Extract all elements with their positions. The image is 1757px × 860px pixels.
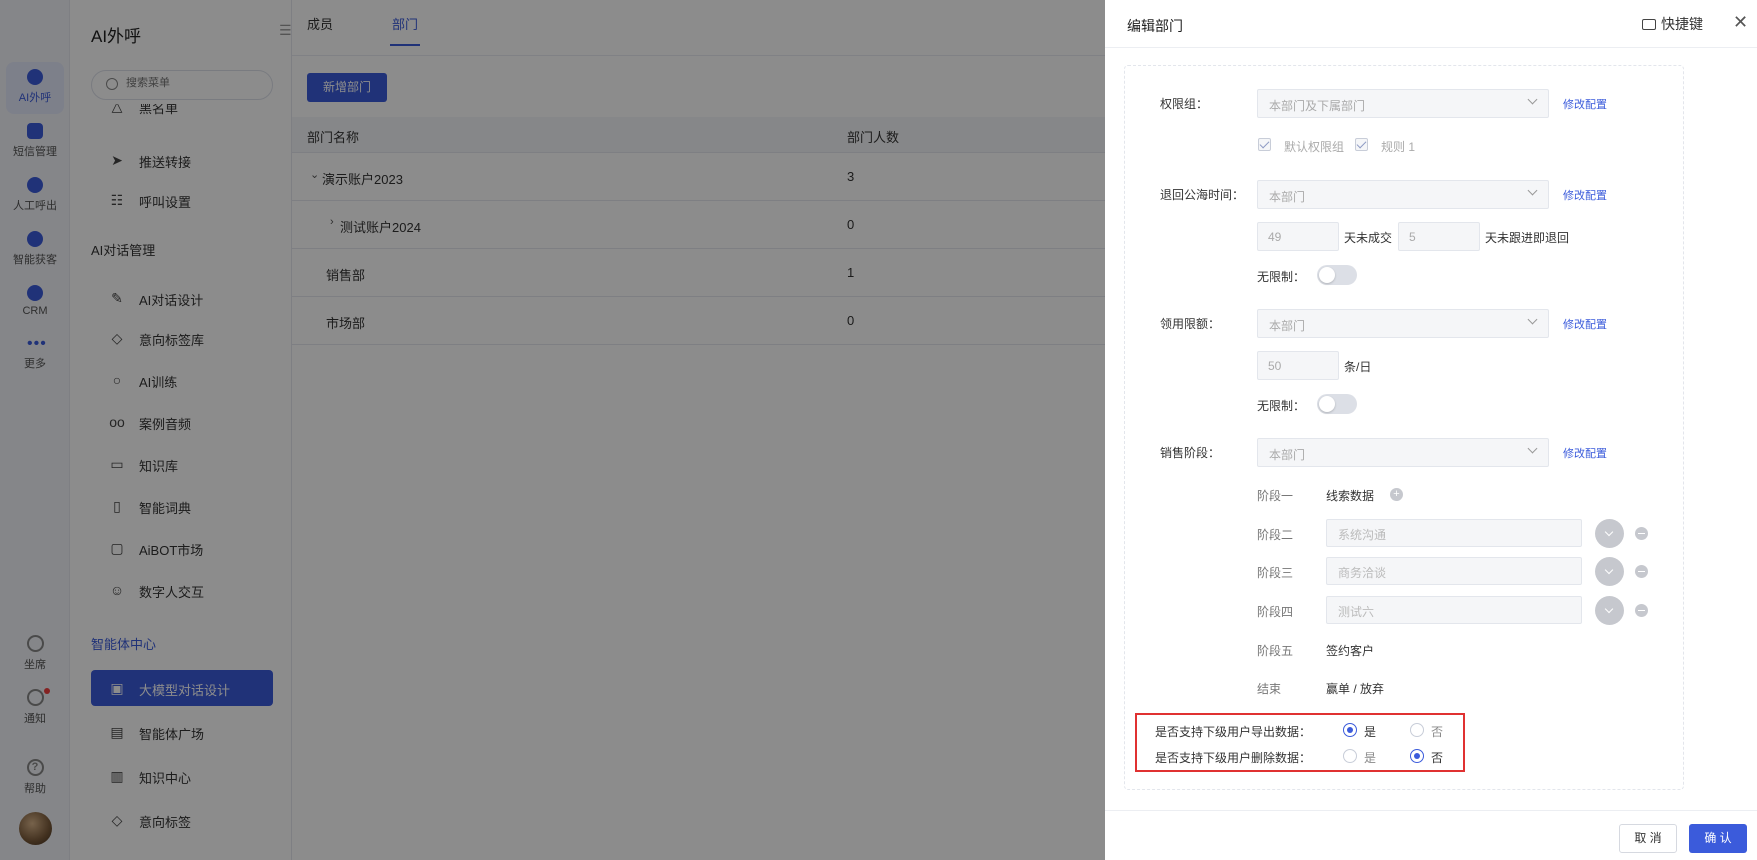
stage-5-value: 签约客户 <box>1326 644 1375 658</box>
export-yes-radio[interactable] <box>1343 723 1357 737</box>
delete-yes-label: 是 <box>1364 751 1377 765</box>
stage-5-label: 阶段五 <box>1257 644 1294 658</box>
default-perm-label: 默认权限组 <box>1284 140 1345 154</box>
return-time-label: 退回公海时间： <box>1160 188 1245 202</box>
quota-amount-input[interactable]: 50 <box>1257 351 1339 380</box>
quota-select[interactable]: 本部门 <box>1257 309 1549 338</box>
sales-stage-label: 销售阶段： <box>1160 446 1221 460</box>
stage-4-label: 阶段四 <box>1257 605 1294 619</box>
return-time-select[interactable]: 本部门 <box>1257 180 1549 209</box>
confirm-button[interactable]: 确 认 <box>1689 824 1747 853</box>
export-no-radio[interactable] <box>1410 723 1424 737</box>
stage-1-value: 线索数据 <box>1326 489 1375 503</box>
no-deal-text: 天未成交 <box>1344 231 1393 245</box>
stage-2-dropdown-icon[interactable] <box>1595 519 1624 548</box>
select-value: 本部门 <box>1269 319 1306 333</box>
rule1-checkbox[interactable] <box>1355 138 1368 151</box>
drawer-header-divider <box>1105 47 1757 48</box>
no-followup-days-input[interactable]: 5 <box>1398 222 1480 251</box>
stage-4-dropdown-icon[interactable] <box>1595 596 1624 625</box>
export-no-label: 否 <box>1431 725 1444 739</box>
return-unlimited-toggle[interactable] <box>1317 265 1357 285</box>
remove-stage-4-icon[interactable] <box>1635 604 1648 617</box>
shortcut-label: 快捷键 <box>1661 16 1703 32</box>
stage-1-label: 阶段一 <box>1257 489 1294 503</box>
stage-2-label: 阶段二 <box>1257 528 1294 542</box>
delete-no-label: 否 <box>1431 751 1444 765</box>
modal-overlay[interactable] <box>0 0 1105 860</box>
select-value: 本部门及下属部门 <box>1269 99 1366 113</box>
stage-3-dropdown-icon[interactable] <box>1595 557 1624 586</box>
quota-unit: 条/日 <box>1344 360 1372 374</box>
rule1-label: 规则 1 <box>1381 140 1416 154</box>
sales-stage-edit-link[interactable]: 修改配置 <box>1563 445 1607 461</box>
stage-3-input[interactable]: 商务洽谈 <box>1326 557 1582 585</box>
stage-4-input[interactable]: 测试六 <box>1326 596 1582 624</box>
chevron-down-icon <box>1527 443 1538 454</box>
chevron-down-icon <box>1527 314 1538 325</box>
quota-label: 领用限额： <box>1160 317 1221 331</box>
perm-group-label: 权限组： <box>1160 97 1209 111</box>
shortcut-button[interactable]: 快捷键 <box>1642 14 1703 34</box>
remove-stage-3-icon[interactable] <box>1635 565 1648 578</box>
keyboard-icon <box>1642 19 1656 30</box>
drawer-footer-divider <box>1105 810 1757 811</box>
stage-2-input[interactable]: 系统沟通 <box>1326 519 1582 547</box>
quota-unlimited-toggle[interactable] <box>1317 394 1357 414</box>
delete-no-radio[interactable] <box>1410 749 1424 763</box>
export-question-label: 是否支持下级用户导出数据： <box>1155 725 1312 739</box>
chevron-down-icon <box>1527 185 1538 196</box>
perm-group-edit-link[interactable]: 修改配置 <box>1563 96 1607 112</box>
delete-question-label: 是否支持下级用户删除数据： <box>1155 751 1312 765</box>
edit-department-drawer: 编辑部门 快捷键 ✕ 权限组： 本部门及下属部门 修改配置 默认权限组 规则 1… <box>1105 0 1757 860</box>
default-perm-checkbox[interactable] <box>1258 138 1271 151</box>
drawer-title: 编辑部门 <box>1127 18 1183 34</box>
select-value: 本部门 <box>1269 448 1306 462</box>
select-value: 本部门 <box>1269 190 1306 204</box>
quota-unlimited-label: 无限制： <box>1257 399 1306 413</box>
stage-3-label: 阶段三 <box>1257 566 1294 580</box>
remove-stage-2-icon[interactable] <box>1635 527 1648 540</box>
export-yes-label: 是 <box>1364 725 1377 739</box>
stage-end-value: 赢单 / 放弃 <box>1326 682 1385 696</box>
delete-yes-radio[interactable] <box>1343 749 1357 763</box>
chevron-down-icon <box>1527 94 1538 105</box>
perm-group-select[interactable]: 本部门及下属部门 <box>1257 89 1549 118</box>
quota-edit-link[interactable]: 修改配置 <box>1563 316 1607 332</box>
no-deal-days-input[interactable]: 49 <box>1257 222 1339 251</box>
add-stage-icon[interactable]: + <box>1390 488 1403 501</box>
cancel-button[interactable]: 取 消 <box>1619 824 1677 853</box>
return-time-edit-link[interactable]: 修改配置 <box>1563 187 1607 203</box>
department-form: 权限组： 本部门及下属部门 修改配置 默认权限组 规则 1 退回公海时间： 本部… <box>1124 65 1684 790</box>
close-icon[interactable]: ✕ <box>1733 12 1748 33</box>
stage-end-label: 结束 <box>1257 682 1282 696</box>
sales-stage-select[interactable]: 本部门 <box>1257 438 1549 467</box>
return-unlimited-label: 无限制： <box>1257 270 1306 284</box>
no-followup-text: 天未跟进即退回 <box>1485 231 1570 245</box>
